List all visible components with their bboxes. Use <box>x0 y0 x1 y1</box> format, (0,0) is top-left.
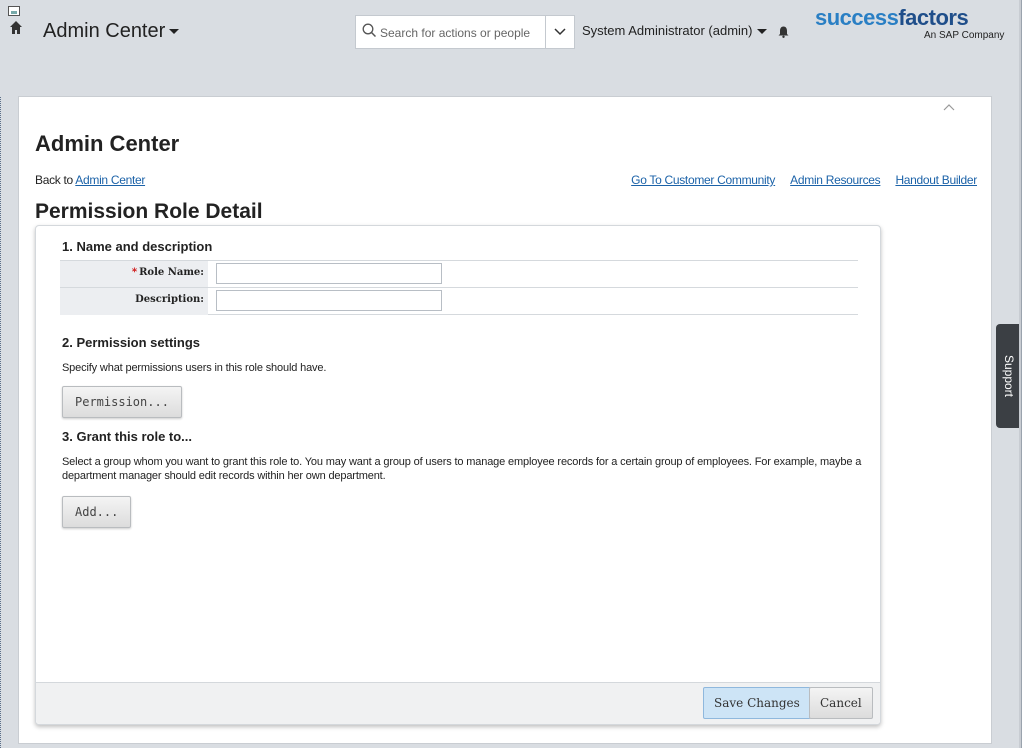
save-changes-button[interactable]: Save Changes <box>703 687 811 719</box>
chevron-up-icon[interactable] <box>943 103 955 111</box>
handout-builder-link[interactable]: Handout Builder <box>895 173 977 187</box>
step2-title: 2. Permission settings <box>62 335 200 350</box>
logo-text-2: factors <box>898 5 969 30</box>
support-label: Support <box>1002 354 1016 398</box>
main-content-card: Admin Center Back to Admin Center Go To … <box>18 96 992 744</box>
permission-button[interactable]: Permission... <box>62 386 182 418</box>
back-prefix: Back to <box>35 173 76 187</box>
logo-text-1: success <box>815 5 899 30</box>
role-name-input[interactable] <box>216 263 442 284</box>
bell-icon[interactable] <box>778 25 789 43</box>
required-mark: * <box>131 267 138 278</box>
section-title: Permission Role Detail <box>35 200 263 223</box>
permission-role-panel: 1. Name and description * Role Name: Desc… <box>35 225 881 725</box>
home-icon[interactable] <box>10 20 22 40</box>
top-header: Admin Center Search for actions or peopl… <box>0 0 1022 96</box>
image-icon <box>8 6 20 16</box>
caret-down-icon <box>756 29 767 35</box>
app-title-label: Admin Center <box>43 20 166 42</box>
description-row: Description: <box>60 287 858 315</box>
description-input[interactable] <box>216 290 442 311</box>
role-name-row: * Role Name: <box>60 260 858 288</box>
page-title: Admin Center <box>35 131 180 156</box>
customer-community-link[interactable]: Go To Customer Community <box>631 173 775 187</box>
add-button[interactable]: Add... <box>62 496 132 528</box>
description-label: Description: <box>135 294 204 305</box>
back-to-admin-center-link[interactable]: Admin Center <box>75 173 145 187</box>
step3-title: 3. Grant this role to... <box>62 429 193 444</box>
breadcrumb: Back to Admin Center <box>35 173 145 187</box>
step2-description: Specify what permissions users in this r… <box>62 362 327 374</box>
user-name: System Administrator (admin) <box>582 23 753 38</box>
search-placeholder: Search for actions or people <box>380 26 531 40</box>
chevron-down-icon <box>554 28 566 36</box>
user-menu[interactable]: System Administrator (admin) <box>582 23 767 38</box>
app-title-menu[interactable]: Admin Center <box>43 19 180 43</box>
search-input[interactable]: Search for actions or people <box>355 15 545 49</box>
step1-title: 1. Name and description <box>62 239 213 254</box>
step3-description: Select a group whom you want to grant th… <box>62 456 862 482</box>
panel-footer: Save Changes Cancel <box>36 682 880 724</box>
window-frame-left <box>0 0 4 748</box>
logo-subtitle: An SAP Company <box>924 30 1005 41</box>
cancel-button[interactable]: Cancel <box>809 687 873 719</box>
resource-links: Go To Customer Community Admin Resources… <box>619 173 977 187</box>
successfactors-logo: successfactors An SAP Company <box>815 5 1004 46</box>
caret-down-icon <box>169 29 180 35</box>
admin-resources-link[interactable]: Admin Resources <box>790 173 881 187</box>
role-name-label: * Role Name: <box>131 267 204 278</box>
search-scope-dropdown[interactable] <box>545 15 575 49</box>
search-icon <box>362 23 376 37</box>
